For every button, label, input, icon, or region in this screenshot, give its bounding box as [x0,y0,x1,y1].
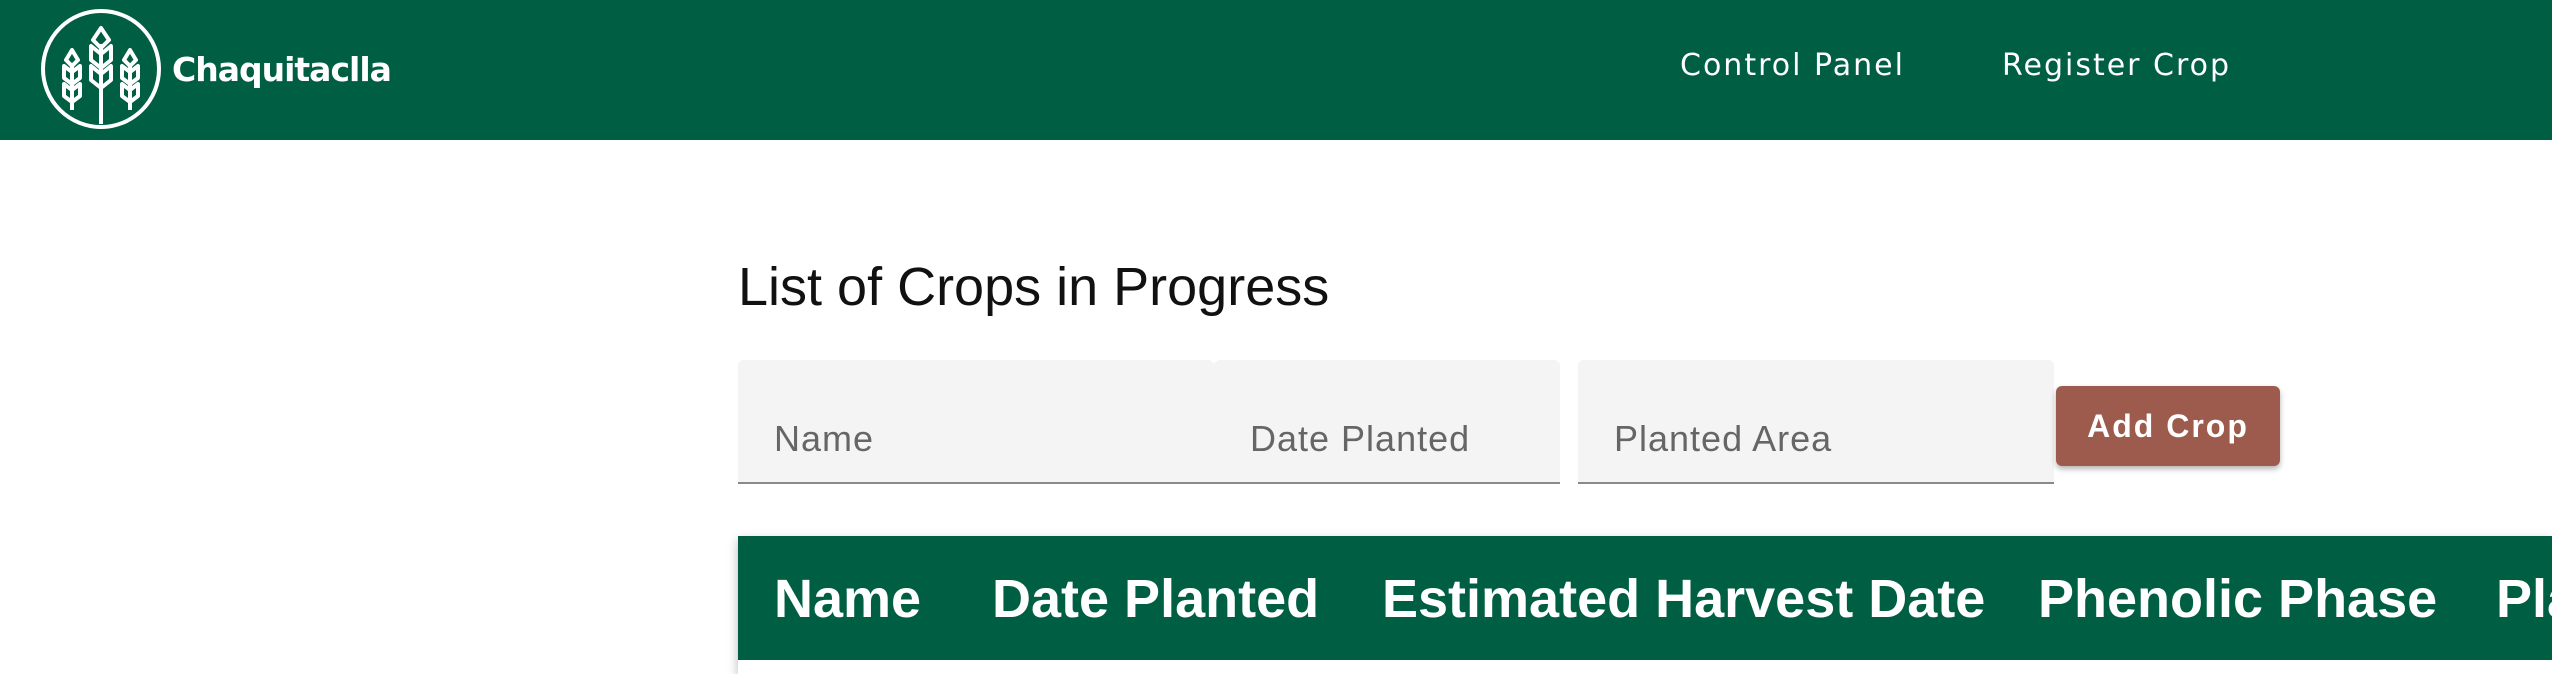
top-navbar: Chaquitaclla Control Panel Register Crop [0,0,2552,140]
date-planted-input[interactable] [1214,360,1560,482]
planted-area-field [1578,360,2054,484]
name-field [738,360,1214,484]
date-planted-field [1214,360,1560,484]
brand-logo[interactable]: Chaquitaclla [38,6,392,132]
column-header-name[interactable]: Name [774,568,921,630]
column-header-date-planted[interactable]: Date Planted [992,568,1319,630]
table-header-row: Name Date Planted Estimated Harvest Date… [738,536,2552,660]
crops-table: Name Date Planted Estimated Harvest Date… [738,536,2552,674]
add-crop-button[interactable]: Add Crop [2056,386,2280,466]
nav-link-register-crop[interactable]: Register Crop [2002,48,2231,83]
planted-area-input[interactable] [1578,360,2054,482]
brand-name: Chaquitaclla [172,49,392,89]
wheat-icon [38,6,164,132]
name-input[interactable] [738,360,1214,482]
nav-link-control-panel[interactable]: Control Panel [1680,48,1905,83]
page-title: List of Crops in Progress [738,257,1330,317]
column-header-phenolic-phase[interactable]: Phenolic Phase [2038,568,2437,630]
column-header-estimated-harvest-date[interactable]: Estimated Harvest Date [1382,568,1985,630]
column-header-planted-area[interactable]: Planted Area [2496,568,2552,630]
